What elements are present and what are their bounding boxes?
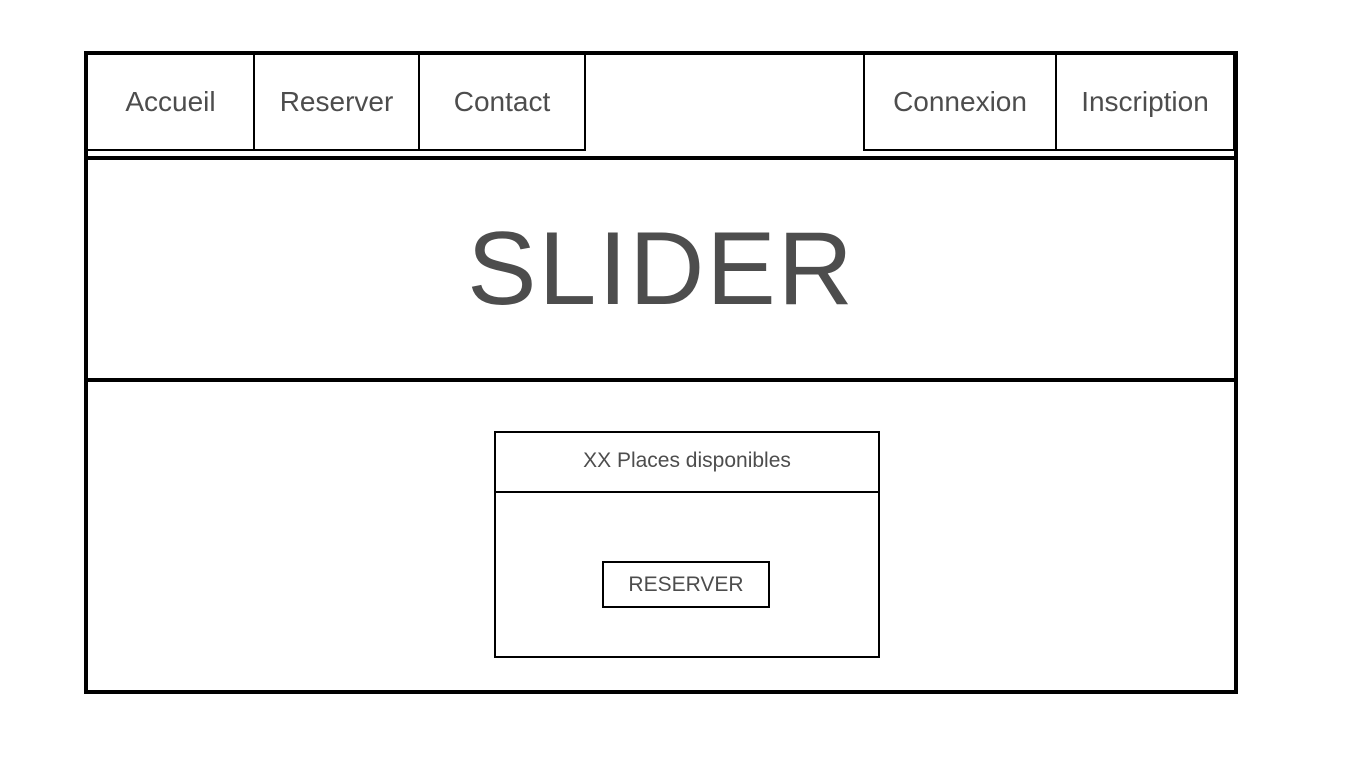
reserve-button[interactable]: RESERVER — [602, 561, 770, 608]
slider-label: SLIDER — [467, 211, 855, 327]
nav-contact-link[interactable]: Contact — [418, 55, 586, 151]
top-navigation: Accueil Reserver Contact Connexion Inscr… — [88, 55, 1236, 154]
slider-divider — [88, 378, 1234, 382]
nav-connexion-link[interactable]: Connexion — [863, 55, 1057, 151]
nav-inscription-link[interactable]: Inscription — [1055, 55, 1236, 151]
availability-card: XX Places disponibles RESERVER — [494, 431, 880, 658]
page-frame: Accueil Reserver Contact Connexion Inscr… — [84, 51, 1238, 694]
slider-section[interactable]: SLIDER — [88, 160, 1234, 378]
nav-accueil-link[interactable]: Accueil — [88, 55, 255, 151]
places-available-text: XX Places disponibles — [494, 431, 880, 493]
nav-reserver-link[interactable]: Reserver — [253, 55, 420, 151]
